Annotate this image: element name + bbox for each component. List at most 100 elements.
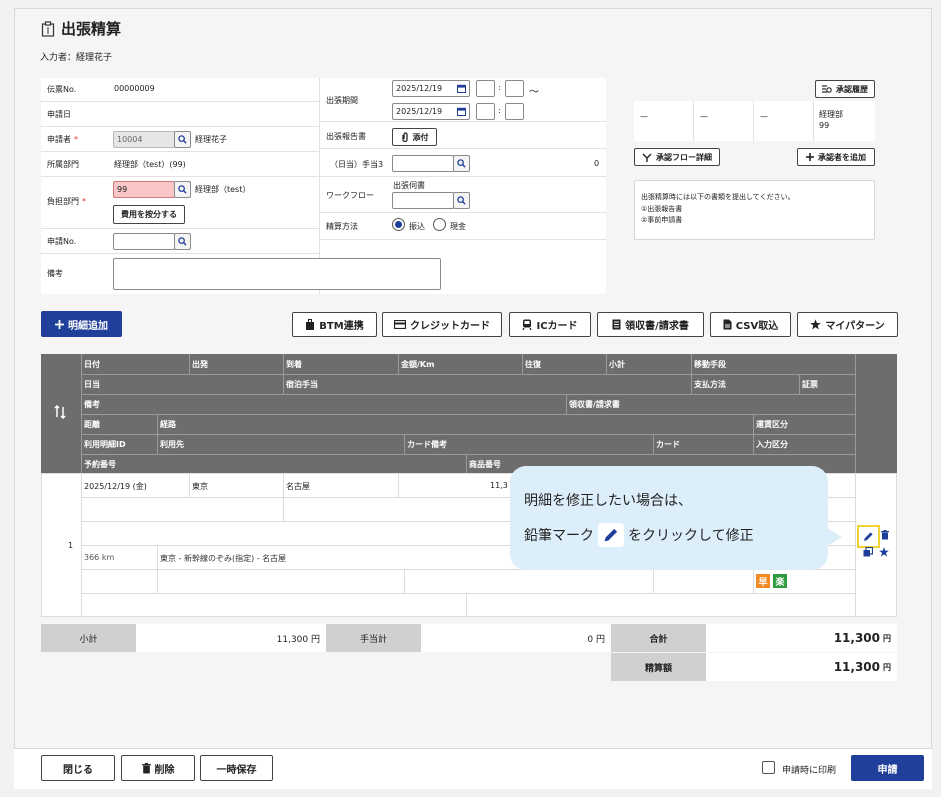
add-detail-button[interactable]: 明細追加	[41, 311, 122, 337]
th-daily: 日当	[84, 380, 100, 389]
clipboard-icon	[41, 20, 55, 37]
settle-amount-value: 11,300 円	[706, 653, 897, 681]
time-sep: :	[498, 83, 501, 92]
th-product: 商品番号	[469, 460, 501, 469]
th-lodging: 宿泊手当	[286, 380, 318, 389]
row-date: 2025/12/19 (金)	[84, 482, 147, 491]
favorite-row-button[interactable]	[879, 547, 889, 560]
burden-search-button[interactable]	[174, 181, 191, 198]
workflow-search-button[interactable]	[453, 192, 470, 209]
my-pattern-button[interactable]: マイパターン	[797, 312, 898, 337]
th-arrival: 到着	[286, 360, 302, 369]
row-distance: 366 km	[84, 553, 115, 562]
temp-save-button[interactable]: 一時保存	[200, 755, 273, 781]
close-button[interactable]: 閉じる	[41, 755, 115, 781]
attach-button[interactable]: 添付	[392, 128, 437, 146]
print-on-apply-label: 申請時に印刷	[782, 766, 837, 776]
apply-button[interactable]: 申請	[851, 755, 924, 781]
th-input-type: 入力区分	[756, 440, 788, 449]
time-to-minute[interactable]	[505, 103, 524, 120]
calendar-icon[interactable]	[457, 107, 466, 116]
approver-2: —	[700, 112, 708, 121]
approval-history-button[interactable]: 承認履歴	[815, 80, 875, 98]
burden-label: 負担部門 *	[47, 197, 86, 206]
burden-code-input[interactable]: 99	[113, 181, 175, 198]
allowance-label: （日当）手当3	[330, 160, 384, 169]
grand-total-value: 11,300 円	[706, 624, 897, 652]
receipt-icon	[612, 319, 621, 330]
workflow-sub-label: 出張伺書	[393, 181, 425, 190]
settle-amount-label: 精算額	[611, 653, 706, 681]
edit-row-button[interactable]	[857, 525, 880, 548]
th-amount: 金額/Km	[401, 360, 435, 369]
time-sep: :	[498, 106, 501, 115]
sort-handle[interactable]	[54, 404, 66, 422]
csv-import-button[interactable]: CSV取込	[710, 312, 791, 337]
th-subtotal: 小計	[609, 360, 625, 369]
row-from: 東京	[192, 482, 208, 491]
delete-row-button[interactable]	[881, 530, 889, 543]
report-label: 出張報告書	[326, 132, 366, 141]
applicant-label: 申請者 *	[47, 135, 78, 144]
print-on-apply-checkbox[interactable]	[762, 761, 775, 774]
applicant-search-button[interactable]	[174, 131, 191, 148]
delete-button[interactable]: 削除	[121, 755, 195, 781]
search-icon	[178, 237, 187, 246]
note-textarea[interactable]	[113, 258, 441, 290]
pencil-icon	[864, 532, 873, 541]
early-badge: 早	[756, 574, 770, 588]
time-to-hour[interactable]	[476, 103, 495, 120]
allowance-input[interactable]	[392, 155, 454, 172]
star-icon	[810, 319, 822, 330]
search-icon	[178, 135, 187, 144]
th-usage-id: 利用明細ID	[84, 440, 126, 449]
subtotal-value: 11,300 円	[136, 624, 326, 652]
receipt-invoice-button[interactable]: 領収書/請求書	[597, 312, 704, 337]
time-from-hour[interactable]	[476, 80, 495, 97]
paperclip-icon	[401, 132, 408, 142]
th-roundtrip: 往復	[525, 360, 541, 369]
settle-transfer-radio[interactable]	[392, 218, 405, 231]
page-title: 出張精算	[40, 18, 121, 39]
approver-3: —	[760, 112, 768, 121]
trash-icon	[881, 530, 889, 540]
th-departure: 出発	[192, 360, 208, 369]
credit-card-button[interactable]: クレジットカード	[382, 312, 502, 337]
split-cost-button[interactable]: 費用を按分する	[113, 205, 185, 224]
notice-line-2: ①出張報告書	[641, 205, 683, 213]
apply-no-input[interactable]	[113, 233, 175, 250]
workflow-input[interactable]	[392, 192, 454, 209]
settle-label: 精算方法	[326, 222, 358, 231]
tilde: ～	[529, 87, 539, 98]
apply-no-search-button[interactable]	[174, 233, 191, 250]
applicant-code-input[interactable]: 10004	[113, 131, 175, 148]
workflow-label: ワークフロー	[326, 191, 374, 200]
copy-row-button[interactable]	[863, 546, 874, 560]
search-icon	[178, 185, 187, 194]
approver-4-dept: 経理部	[819, 110, 843, 119]
row-to: 名古屋	[286, 482, 310, 491]
th-reservation: 予約番号	[84, 460, 116, 469]
slip-no-label: 伝票No.	[47, 85, 77, 94]
slip-no-value: 00000009	[114, 84, 155, 93]
approval-flow-detail-button[interactable]: 承認フロー詳細	[634, 148, 720, 166]
btm-link-button[interactable]: BTM連携	[292, 312, 377, 337]
applicant-name: 経理花子	[195, 135, 227, 144]
allowance-total-value: 0 円	[421, 624, 611, 652]
time-from-minute[interactable]	[505, 80, 524, 97]
ic-card-button[interactable]: ICカード	[509, 312, 591, 337]
apply-no-label: 申請No.	[47, 237, 77, 246]
grand-total-label: 合計	[611, 624, 706, 652]
add-approver-button[interactable]: 承認者を追加	[797, 148, 875, 166]
th-transport: 移動手段	[694, 360, 726, 369]
settle-cash-radio[interactable]	[433, 218, 446, 231]
approver-4-code: 99	[819, 121, 830, 130]
calendar-icon[interactable]	[457, 84, 466, 93]
train-icon	[522, 319, 533, 330]
star-icon	[879, 547, 889, 557]
allowance-search-button[interactable]	[453, 155, 470, 172]
search-icon	[457, 159, 466, 168]
approval-route	[634, 101, 875, 141]
file-icon	[723, 319, 732, 330]
row-amount: 11,3	[490, 481, 508, 490]
